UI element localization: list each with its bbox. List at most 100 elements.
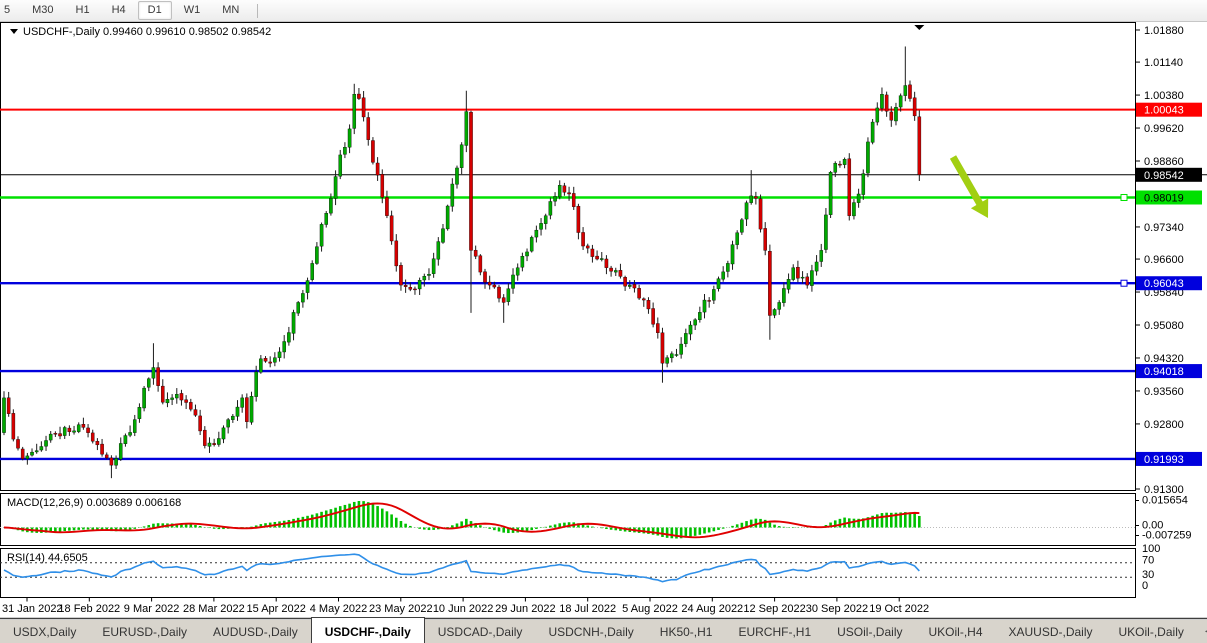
- candle-body: [217, 438, 220, 444]
- candle-body: [764, 228, 767, 250]
- candle-body: [35, 451, 38, 452]
- candle-body: [86, 428, 89, 433]
- candle-body: [236, 407, 239, 416]
- candle-body: [483, 272, 486, 283]
- candle-body: [871, 122, 874, 142]
- candle-body: [273, 358, 276, 363]
- tab-usdchf-[interactable]: USDCHF-,Daily: [311, 617, 425, 643]
- timeframe-button-h4[interactable]: H4: [102, 1, 136, 20]
- candle-body: [138, 407, 141, 419]
- price-axis-label: 0.99620: [1144, 123, 1184, 135]
- timeframe-button-5[interactable]: 5: [0, 1, 20, 20]
- candle-body: [157, 368, 160, 386]
- candle-body: [283, 341, 286, 351]
- candle-body: [605, 259, 608, 268]
- candle-body: [390, 216, 393, 241]
- rsi-axis-label: 70: [1142, 555, 1154, 567]
- candle-body: [717, 279, 720, 289]
- tab-hk50-[interactable]: HK50-,H1: [647, 620, 726, 643]
- tab-eurusd-[interactable]: EURUSD-,Daily: [89, 620, 200, 643]
- candle-body: [787, 279, 790, 289]
- price-axis-label: 0.95080: [1144, 320, 1184, 332]
- price-axis-label: 0.93560: [1144, 386, 1184, 398]
- chart-canvas[interactable]: 1.018801.011401.003800.996200.988600.973…: [0, 22, 1207, 620]
- tab-usdx[interactable]: USDX,Daily: [0, 620, 89, 643]
- candle-body: [385, 197, 388, 215]
- candle-body: [521, 256, 524, 267]
- main-chart-panel[interactable]: [1, 23, 1136, 491]
- timeframe-button-d1[interactable]: D1: [138, 1, 172, 20]
- candle-body: [610, 268, 613, 271]
- tab-ukoil-[interactable]: UKOil-,Daily: [1106, 620, 1197, 643]
- tab-audusd-[interactable]: AUDUSD-,Daily: [200, 620, 311, 643]
- level-line-handle[interactable]: [1121, 194, 1127, 200]
- price-level-badge-label: 1.00043: [1144, 105, 1184, 117]
- candle-body: [301, 293, 304, 302]
- candle-body: [166, 399, 169, 403]
- candle-body: [796, 267, 799, 278]
- price-axis-label: 0.97340: [1144, 222, 1184, 234]
- candle-body: [58, 434, 61, 436]
- candle-body: [114, 458, 117, 465]
- candle-body: [708, 300, 711, 301]
- macd-header: MACD(12,26,9) 0.003689 0.006168: [7, 497, 181, 509]
- rsi-header: RSI(14) 44.6505: [7, 552, 88, 564]
- candle-body: [77, 425, 80, 432]
- tab-usoil-[interactable]: USOil-,Daily: [824, 620, 915, 643]
- candle-body: [2, 398, 5, 433]
- level-line-handle[interactable]: [1121, 280, 1127, 286]
- candle-body: [754, 196, 757, 198]
- candle-body: [549, 201, 552, 215]
- candle-body: [563, 186, 566, 192]
- tab-ukoil-[interactable]: UKOil-,H4: [915, 620, 995, 643]
- candle-body: [278, 352, 281, 358]
- timeframe-button-h1[interactable]: H1: [66, 1, 100, 20]
- macd-axis-label: -0.007259: [1142, 530, 1192, 542]
- candle-body: [175, 394, 178, 398]
- price-level-badge-label: 0.91993: [1144, 454, 1184, 466]
- candle-body: [628, 285, 631, 286]
- macd-axis-label: 0.015654: [1142, 495, 1188, 507]
- candle-body: [124, 436, 127, 444]
- tab-xauusd-[interactable]: XAUUSD-,Daily: [996, 620, 1106, 643]
- price-axis-label: 1.00380: [1144, 90, 1184, 102]
- candle-body: [353, 94, 356, 128]
- candle-body: [110, 458, 113, 465]
- candle-body: [7, 398, 10, 414]
- candle-body: [465, 112, 468, 146]
- tab-usdcnh-[interactable]: USDCNH-,Daily: [535, 620, 646, 643]
- candle-body: [848, 159, 851, 216]
- candle-body: [904, 86, 907, 96]
- rsi-axis-label: 100: [1142, 543, 1160, 555]
- tab-usdcad-[interactable]: USDCAD-,Daily: [425, 620, 536, 643]
- candle-body: [203, 430, 206, 445]
- candle-body: [96, 441, 99, 445]
- candle-body: [44, 441, 47, 447]
- price-axis-label: 0.94320: [1144, 353, 1184, 365]
- candle-body: [652, 308, 655, 324]
- tab-eurchf-[interactable]: EURCHF-,H1: [725, 620, 824, 643]
- candle-body: [143, 388, 146, 408]
- candle-body: [199, 416, 202, 431]
- candle-body: [703, 300, 706, 312]
- candle-body: [843, 159, 846, 164]
- price-axis-label: 1.01140: [1144, 57, 1183, 69]
- candle-body: [306, 281, 309, 293]
- candle-body: [194, 410, 197, 416]
- timeframe-button-w1[interactable]: W1: [174, 1, 211, 20]
- candle-body: [857, 194, 860, 203]
- candle-body: [54, 433, 57, 434]
- candle-body: [455, 168, 458, 184]
- candle-body: [105, 455, 108, 458]
- candle-body: [600, 258, 603, 259]
- candle-body: [829, 172, 832, 214]
- candle-body: [894, 107, 897, 121]
- candle-body: [614, 270, 617, 272]
- rsi-panel[interactable]: [1, 549, 1136, 598]
- candle-body: [241, 398, 244, 407]
- candle-body: [591, 249, 594, 257]
- timeframe-button-m30[interactable]: M30: [22, 1, 63, 20]
- timeframe-button-mn[interactable]: MN: [212, 1, 249, 20]
- candle-body: [680, 344, 683, 354]
- candle-body: [404, 285, 407, 287]
